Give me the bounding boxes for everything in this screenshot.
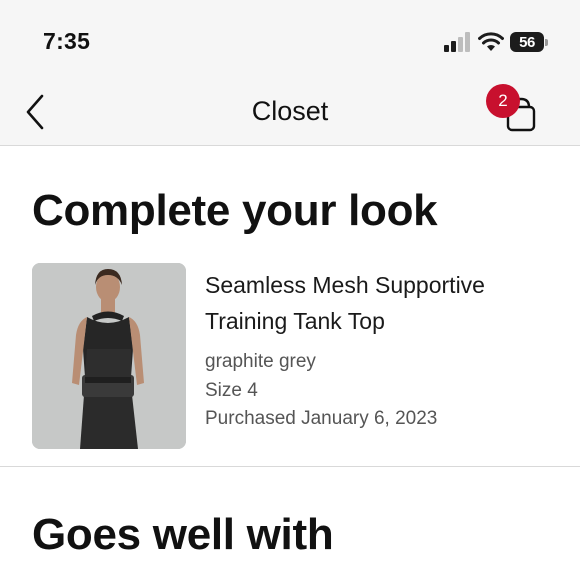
shopping-bag-button[interactable]: 2 bbox=[486, 84, 546, 138]
bag-count-badge: 2 bbox=[486, 84, 520, 118]
status-time: 7:35 bbox=[43, 28, 91, 54]
product-size: Size 4 bbox=[205, 380, 258, 401]
nav-bar: Closet 2 bbox=[0, 82, 580, 146]
signal-icon bbox=[444, 32, 470, 52]
product-purchase-date: Purchased January 6, 2023 bbox=[205, 408, 438, 429]
product-color: graphite grey bbox=[205, 351, 316, 372]
section-title-complete-your-look: Complete your look bbox=[32, 186, 438, 235]
status-bar: 7:35 56 bbox=[0, 0, 580, 82]
product-image[interactable] bbox=[32, 263, 186, 449]
wifi-icon bbox=[478, 32, 504, 51]
product-card[interactable]: Seamless Mesh Supportive Training Tank T… bbox=[32, 263, 552, 451]
battery-level: 56 bbox=[519, 33, 535, 51]
battery-icon: 56 bbox=[510, 32, 548, 52]
divider bbox=[0, 466, 580, 467]
product-photo bbox=[32, 263, 186, 449]
product-name[interactable]: Seamless Mesh Supportive Training Tank T… bbox=[205, 267, 535, 339]
section-title-goes-well-with: Goes well with bbox=[32, 510, 334, 559]
